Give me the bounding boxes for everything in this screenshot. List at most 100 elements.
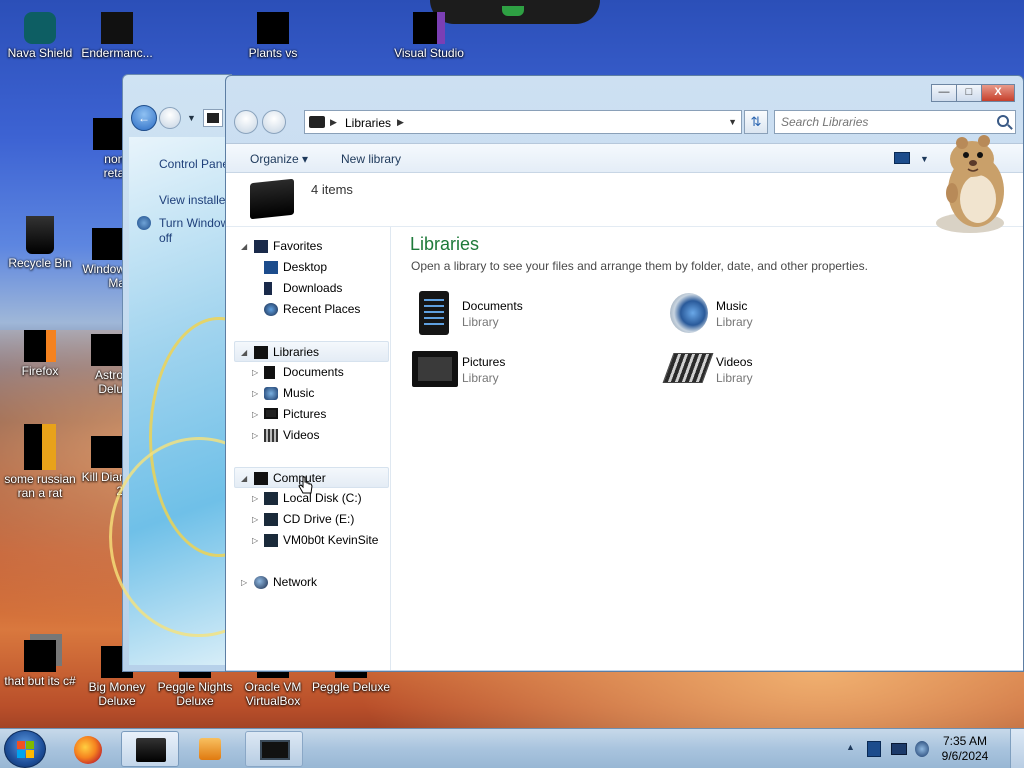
desktop-icon-kill-diar[interactable]: Kill Diar 2	[77, 436, 123, 498]
search-input[interactable]	[781, 114, 981, 130]
nav-label: Documents	[283, 365, 344, 379]
library-item-pictures[interactable]: Pictures Library	[410, 345, 650, 395]
desktop-icon-firefox[interactable]: Firefox	[0, 330, 80, 378]
taskbar-media-player-button[interactable]	[183, 731, 241, 767]
turn-windows-features-link-cont[interactable]: off	[159, 231, 172, 245]
recent-pages-dropdown-icon[interactable]: ▼	[187, 113, 196, 123]
desktop-icon-russian-rat[interactable]: some russian ran a rat	[0, 424, 80, 500]
breadcrumb-chevron-icon[interactable]: ▶	[330, 117, 337, 128]
nav-label: Local Disk (C:)	[283, 491, 362, 505]
view-options-dropdown-icon[interactable]: ▼	[920, 154, 929, 164]
action-center-flag-icon[interactable]	[867, 741, 881, 757]
nav-label: Network	[273, 575, 318, 589]
nav-item-documents[interactable]: ▷ Documents	[236, 362, 386, 383]
expand-triangle-icon[interactable]: ▷	[252, 488, 258, 509]
start-button[interactable]	[4, 730, 46, 768]
folder-icon	[309, 116, 325, 128]
nav-item-recent-places[interactable]: Recent Places	[236, 299, 386, 320]
view-installed-updates-link[interactable]: View installe	[159, 193, 225, 207]
forward-button[interactable]	[262, 110, 286, 134]
expand-triangle-icon[interactable]: ▷	[252, 530, 258, 551]
collapse-triangle-icon[interactable]: ◢	[241, 236, 247, 257]
volume-tray-icon[interactable]	[915, 741, 929, 757]
desktop-icon-visual-studio[interactable]: Visual Studio	[389, 12, 469, 60]
nav-item-pictures[interactable]: ▷ Pictures	[236, 404, 386, 425]
collapse-triangle-icon[interactable]: ◢	[241, 342, 247, 363]
game-icon	[257, 12, 289, 44]
change-view-icon[interactable]	[894, 152, 910, 164]
music-icon	[264, 387, 278, 400]
expand-triangle-icon[interactable]: ▷	[252, 362, 258, 383]
breadcrumb-chevron-icon[interactable]: ▶	[397, 117, 404, 128]
network-tray-icon[interactable]	[891, 743, 907, 755]
taskbar-firefox-button[interactable]	[60, 731, 118, 767]
app-icon	[93, 118, 125, 150]
library-name: Pictures	[462, 355, 506, 369]
refresh-icon: ⇅	[750, 114, 762, 129]
minimize-button[interactable]: —	[931, 84, 957, 102]
desktop-icon-nava-shield[interactable]: Nava Shield	[0, 12, 80, 60]
desktop-icon-endermanch[interactable]: Endermanc...	[77, 12, 157, 60]
desktop-icon-label: Big Money Deluxe	[88, 680, 146, 708]
expand-triangle-icon[interactable]: ▷	[252, 509, 258, 530]
library-item-videos[interactable]: Videos Library	[662, 345, 904, 395]
expand-triangle-icon[interactable]: ▷	[252, 404, 258, 425]
back-button[interactable]	[234, 110, 258, 134]
navigation-bar: ▶ Libraries ▶ ▼ ⇅	[234, 110, 1016, 134]
nav-item-cd-drive[interactable]: ▷ CD Drive (E:)	[236, 509, 386, 530]
nav-item-music[interactable]: ▷ Music	[236, 383, 386, 404]
collapse-triangle-icon[interactable]: ◢	[241, 468, 247, 489]
expand-triangle-icon[interactable]: ▷	[241, 572, 247, 593]
documents-icon	[264, 366, 275, 379]
recent-places-icon	[264, 303, 278, 316]
new-library-button[interactable]: New library	[341, 152, 401, 166]
expand-triangle-icon[interactable]: ▷	[252, 425, 258, 446]
address-bar[interactable]: ▶ Libraries ▶ ▼	[304, 110, 742, 134]
notch-indicator	[502, 6, 524, 16]
library-item-documents[interactable]: Documents Library	[410, 289, 650, 339]
breadcrumb-libraries[interactable]: Libraries	[345, 116, 391, 130]
back-arrow-icon[interactable]: ←	[131, 105, 157, 131]
desktop-icon-windows-ma[interactable]: Window Ma	[77, 228, 125, 290]
nav-item-downloads[interactable]: Downloads	[236, 278, 386, 299]
search-box[interactable]	[774, 110, 1016, 134]
desktop-icon-recycle-bin[interactable]: Recycle Bin	[0, 216, 80, 270]
library-item-music[interactable]: Music Library	[664, 289, 904, 339]
navigation-pane[interactable]: ◢ Favorites Desktop Downloads Recent Pla…	[226, 227, 391, 670]
taskbar-control-panel-button[interactable]	[245, 731, 303, 767]
windows-logo-icon	[17, 741, 25, 749]
maximize-button[interactable]: □	[956, 84, 982, 102]
control-panel-icon	[260, 740, 290, 760]
explorer-window[interactable]: — □ X ▶ Libraries ▶ ▼ ⇅ Organize ▾ New l…	[225, 75, 1024, 672]
control-panel-home-link[interactable]: Control Pane	[159, 157, 229, 171]
show-desktop-button[interactable]	[1010, 729, 1024, 768]
system-clock[interactable]: 7:35 AM 9/6/2024	[935, 734, 995, 764]
nav-item-network-share[interactable]: ▷ VM0b0t KevinSite	[236, 530, 386, 551]
nav-item-libraries[interactable]: ◢ Libraries	[234, 341, 389, 362]
library-type: Library	[462, 371, 499, 385]
forward-arrow-icon[interactable]	[159, 107, 181, 129]
desktop-icon-plants-vs[interactable]: Plants vs	[233, 12, 313, 60]
search-icon[interactable]	[997, 115, 1009, 127]
control-panel-window[interactable]: ← ▼ Control Pane View installe Turn Wind…	[109, 74, 289, 672]
close-button[interactable]: X	[981, 84, 1015, 102]
nav-item-favorites[interactable]: ◢ Favorites	[236, 236, 386, 257]
address-bar-fragment[interactable]	[203, 109, 223, 127]
nav-item-network[interactable]: ▷ Network	[236, 572, 386, 593]
nav-item-desktop[interactable]: Desktop	[236, 257, 386, 278]
hamster-desktop-pet-icon[interactable]	[932, 133, 1018, 237]
pictures-icon	[264, 408, 278, 419]
expand-triangle-icon[interactable]: ▷	[252, 383, 258, 404]
show-hidden-icons-button[interactable]: ▲	[846, 742, 855, 752]
desktop-icon	[264, 261, 278, 274]
refresh-button[interactable]: ⇅	[744, 110, 768, 134]
desktop-icon-astro[interactable]: Astro Delu	[77, 334, 123, 396]
address-history-dropdown-icon[interactable]: ▼	[728, 117, 737, 127]
organize-button[interactable]: Organize ▾	[250, 152, 308, 166]
shield-icon	[137, 216, 151, 230]
nav-item-videos[interactable]: ▷ Videos	[236, 425, 386, 446]
desktop-icon-that-but-csharp[interactable]: that but its c#	[0, 640, 80, 688]
taskbar-explorer-button[interactable]	[121, 731, 179, 767]
turn-windows-features-link[interactable]: Turn Window	[159, 216, 229, 230]
game-icon	[91, 334, 123, 366]
